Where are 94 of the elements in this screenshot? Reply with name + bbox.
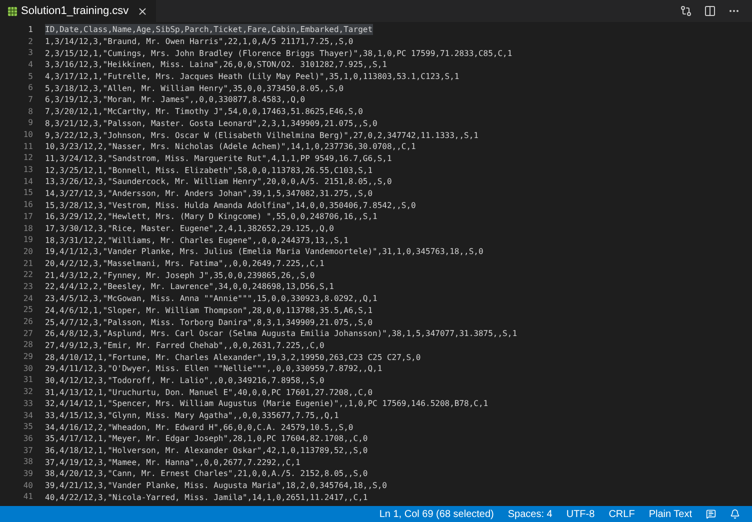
- code-line: 4,3/17/12,1,"Futrelle, Mrs. Jacques Heath (Lily May Peel)",35,1,0,113803,53.1,C123,S,1: [45, 71, 460, 82]
- code-line: 7,3/20/12,1,"McCarthy, Mr. Timothy J",54,0,0,17463,51.8625,E46,S,0: [45, 106, 363, 118]
- line-number: 41: [22, 491, 33, 504]
- code-line: 12,3/25/12,1,"Bonnell, Miss. Elizabeth",58,0,0,113783,26.55,C103,S,1: [45, 164, 373, 176]
- line-number: 3: [27, 47, 33, 60]
- line-number: 17: [22, 210, 33, 223]
- line-number: 35: [22, 421, 33, 434]
- code-line: 15,3/28/12,3,"Vestrom, Miss. Hulda Amanda Adolfina",14,0,0,350406,7.8542,,S,0: [45, 200, 416, 211]
- code-line: 24,4/6/12,1,"Sloper, Mr. William Thompson",28,0,0,113788,35.5,A6,S,1: [45, 304, 373, 316]
- line-number: 18: [22, 222, 33, 235]
- status-item[interactable]: Spaces: 4: [508, 506, 552, 522]
- code-line: 8,3/21/12,3,"Palsson, Master. Gosta Leonard",2,3,1,349909,21.075,,S,0: [45, 118, 378, 129]
- code-line: 35,4/17/12,1,"Meyer, Mr. Edgar Joseph",28,1,0,PC 17604,82.1708,,C,0: [45, 433, 368, 444]
- line-number: 8: [27, 106, 33, 118]
- code-line: 36,4/18/12,1,"Holverson, Mr. Alexander Oskar",42,1,0,113789,52,,S,0: [45, 445, 368, 456]
- code-line: 6,3/19/12,3,"Moran, Mr. James",,0,0,330877,8.4583,,Q,0: [45, 94, 306, 106]
- code-line: 9,3/22/12,3,"Johnson, Mrs. Oscar W (Elisabeth Vilhelmina Berg)",27,0,2,347742,11.1333,,S,1: [45, 130, 478, 141]
- line-number: 19: [22, 234, 33, 246]
- editor-tab[interactable]: Solution1_training.csv: [0, 0, 156, 22]
- code-line: 39,4/21/12,3,"Vander Planke, Miss. Augusta Maria",18,2,0,345764,18,,S,0: [45, 480, 387, 492]
- code-line: 5,3/18/12,3,"Allen, Mr. William Henry",35,0,0,373450,8.05,,S,0: [45, 82, 344, 94]
- code-line: 11,3/24/12,3,"Sandstrom, Miss. Marguerite Rut",4,1,1,PP 9549,16.7,G6,S,1: [45, 152, 392, 164]
- line-number: 23: [22, 280, 33, 293]
- code-line: 34,4/16/12,2,"Wheadon, Mr. Edward H",66,0,0,C.A. 24579,10.5,,S,0: [45, 422, 354, 433]
- line-number: 34: [22, 410, 33, 422]
- table-file-icon: [8, 6, 17, 16]
- line-number: 20: [22, 246, 33, 258]
- line-number: 22: [22, 269, 33, 282]
- line-number: 21: [22, 258, 33, 270]
- code-line: 1,3/14/12,3,"Braund, Mr. Owen Harris",22,1,0,A/5 21171,7.25,,S,0: [45, 36, 354, 48]
- code-line: 22,4/4/12,2,"Beesley, Mr. Lawrence",34,0,0,248698,13,D56,S,1: [45, 281, 334, 292]
- line-number: 16: [22, 199, 33, 212]
- status-item[interactable]: Plain Text: [648, 506, 692, 522]
- code-line: 16,3/29/12,2,"Hewlett, Mrs. (Mary D Kingcome) ",55,0,0,248706,16,,S,1: [45, 211, 378, 222]
- code-line: 31,4/13/12,1,"Uruchurtu, Don. Manuel E",40,0,0,PC 17601,27.7208,,C,0: [45, 386, 373, 398]
- compare-icon[interactable]: [680, 5, 692, 17]
- code-line: 2,3/15/12,1,"Cumings, Mrs. John Bradley (Florence Briggs Thayer)",38,1,0,PC 17599,71.2833,C85,C,1: [45, 48, 512, 59]
- line-number: 5: [27, 70, 33, 83]
- line-number: 39: [22, 468, 33, 480]
- line-number: 1: [27, 24, 33, 36]
- code-line: 21,4/3/12,2,"Fynney, Mr. Joseph J",35,0,0,239865,26,,S,0: [45, 270, 315, 281]
- line-number: 25: [22, 304, 33, 316]
- line-number: 37: [22, 444, 33, 457]
- feedback-icon[interactable]: [706, 509, 716, 519]
- code-line: 37,4/19/12,3,"Mamee, Mr. Hanna",,0,0,2677,7.2292,,C,1: [45, 456, 300, 468]
- line-number: 33: [22, 398, 33, 410]
- code-line: 30,4/12/12,3,"Todoroff, Mr. Lalio",,0,0,349216,7.8958,,S,0: [45, 374, 324, 386]
- line-number: 32: [22, 386, 33, 398]
- split-editor-icon[interactable]: [704, 5, 716, 17]
- code-line: 19,4/1/12,3,"Vander Planke, Mrs. Julius (Emelia Maria Vandemoortele)",31,1,0,345763,18,,S,0: [45, 246, 484, 258]
- line-number: 6: [27, 82, 33, 94]
- line-number: 36: [22, 432, 33, 445]
- code-line: 18,3/31/12,2,"Williams, Mr. Charles Eugene",,0,0,244373,13,,S,1: [45, 234, 348, 246]
- line-number: 29: [22, 351, 33, 364]
- code-line: 14,3/27/12,3,"Andersson, Mr. Anders Johan",39,1,5,347082,31.275,,S,0: [45, 188, 373, 199]
- code-line: 17,3/30/12,3,"Rice, Master. Eugene",2,4,1,382652,29.125,,Q,0: [45, 223, 334, 234]
- line-number: 38: [22, 456, 33, 468]
- line-number: 28: [22, 339, 33, 352]
- line-number: 14: [22, 176, 33, 188]
- line-number: 12: [22, 152, 33, 164]
- code-line: 38,4/20/12,3,"Cann, Mr. Ernest Charles",21,0,0,A./5. 2152,8.05,,S,0: [45, 468, 368, 480]
- line-number: 24: [22, 292, 33, 305]
- code-line: 32,4/14/12,1,"Spencer, Mrs. William Augustus (Marie Eugenie)",,1,0,PC 17569,146.5208,B78,C,1: [45, 398, 488, 410]
- code-line: 28,4/10/12,1,"Fortune, Mr. Charles Alexander",19,3,2,19950,263,C23 C25 C27,S,0: [45, 352, 421, 363]
- line-number: 10: [22, 129, 33, 142]
- code-line: 29,4/11/12,3,"O'Dwyer, Miss. Ellen ""Nellie""",,0,0,330959,7.8792,,Q,1: [45, 363, 382, 374]
- line-number: 31: [22, 374, 33, 386]
- line-number: 27: [22, 328, 33, 340]
- code-line: 23,4/5/12,3,"McGowan, Miss. Anna ""Annie""",15,0,0,330923,8.0292,,Q,1: [45, 293, 378, 304]
- code-line: 20,4/2/12,3,"Masselmani, Mrs. Fatima",,0,0,2649,7.225,,C,1: [45, 258, 324, 270]
- line-number: 40: [22, 480, 33, 492]
- code-line: 10,3/23/12,2,"Nasser, Mrs. Nicholas (Adele Achem)",14,1,0,237736,30.0708,,C,1: [45, 141, 416, 152]
- status-item[interactable]: CRLF: [608, 506, 635, 522]
- code-line: 26,4/8/12,3,"Asplund, Mrs. Carl Oscar (Selma Augusta Emilia Johansson)",38,1,5,347077,31.3875,,S,1: [45, 328, 518, 340]
- code-line: 3,3/16/12,3,"Heikkinen, Miss. Laina",26,0,0,STON/O2. 3101282,7.925,,S,1: [45, 59, 387, 70]
- code-line: 13,3/26/12,3,"Saundercock, Mr. William Henry",20,0,0,A/5. 2151,8.05,,S,0: [45, 176, 392, 188]
- line-number: 2: [27, 36, 33, 48]
- code-line: 27,4/9/12,3,"Emir, Mr. Farred Chehab",,0,0,2631,7.225,,C,0: [45, 340, 324, 351]
- line-number: 4: [27, 58, 33, 71]
- line-number: 15: [22, 187, 33, 200]
- line-number: 13: [22, 164, 33, 176]
- line-number: 7: [27, 94, 33, 106]
- code-line: 40,4/22/12,3,"Nicola-Yarred, Miss. Jamila",14,1,0,2651,11.2417,,C,1: [45, 492, 368, 503]
- line-number: 30: [22, 362, 33, 375]
- code-line: 25,4/7/12,3,"Palsson, Miss. Torborg Danira",8,3,1,349909,21.075,,S,0: [45, 316, 373, 328]
- line-number: 11: [22, 140, 33, 153]
- line-number: 9: [27, 117, 33, 130]
- code-line: 33,4/15/12,3,"Glynn, Miss. Mary Agatha",,0,0,335677,7.75,,Q,1: [45, 410, 339, 422]
- close-icon[interactable]: [136, 6, 148, 16]
- tab-title: Solution1_training.csv: [21, 4, 129, 19]
- status-item[interactable]: Ln 1, Col 69 (68 selected): [379, 506, 494, 522]
- line-number: 26: [22, 316, 33, 328]
- bell-icon[interactable]: [730, 509, 740, 519]
- status-item[interactable]: UTF-8: [566, 506, 595, 522]
